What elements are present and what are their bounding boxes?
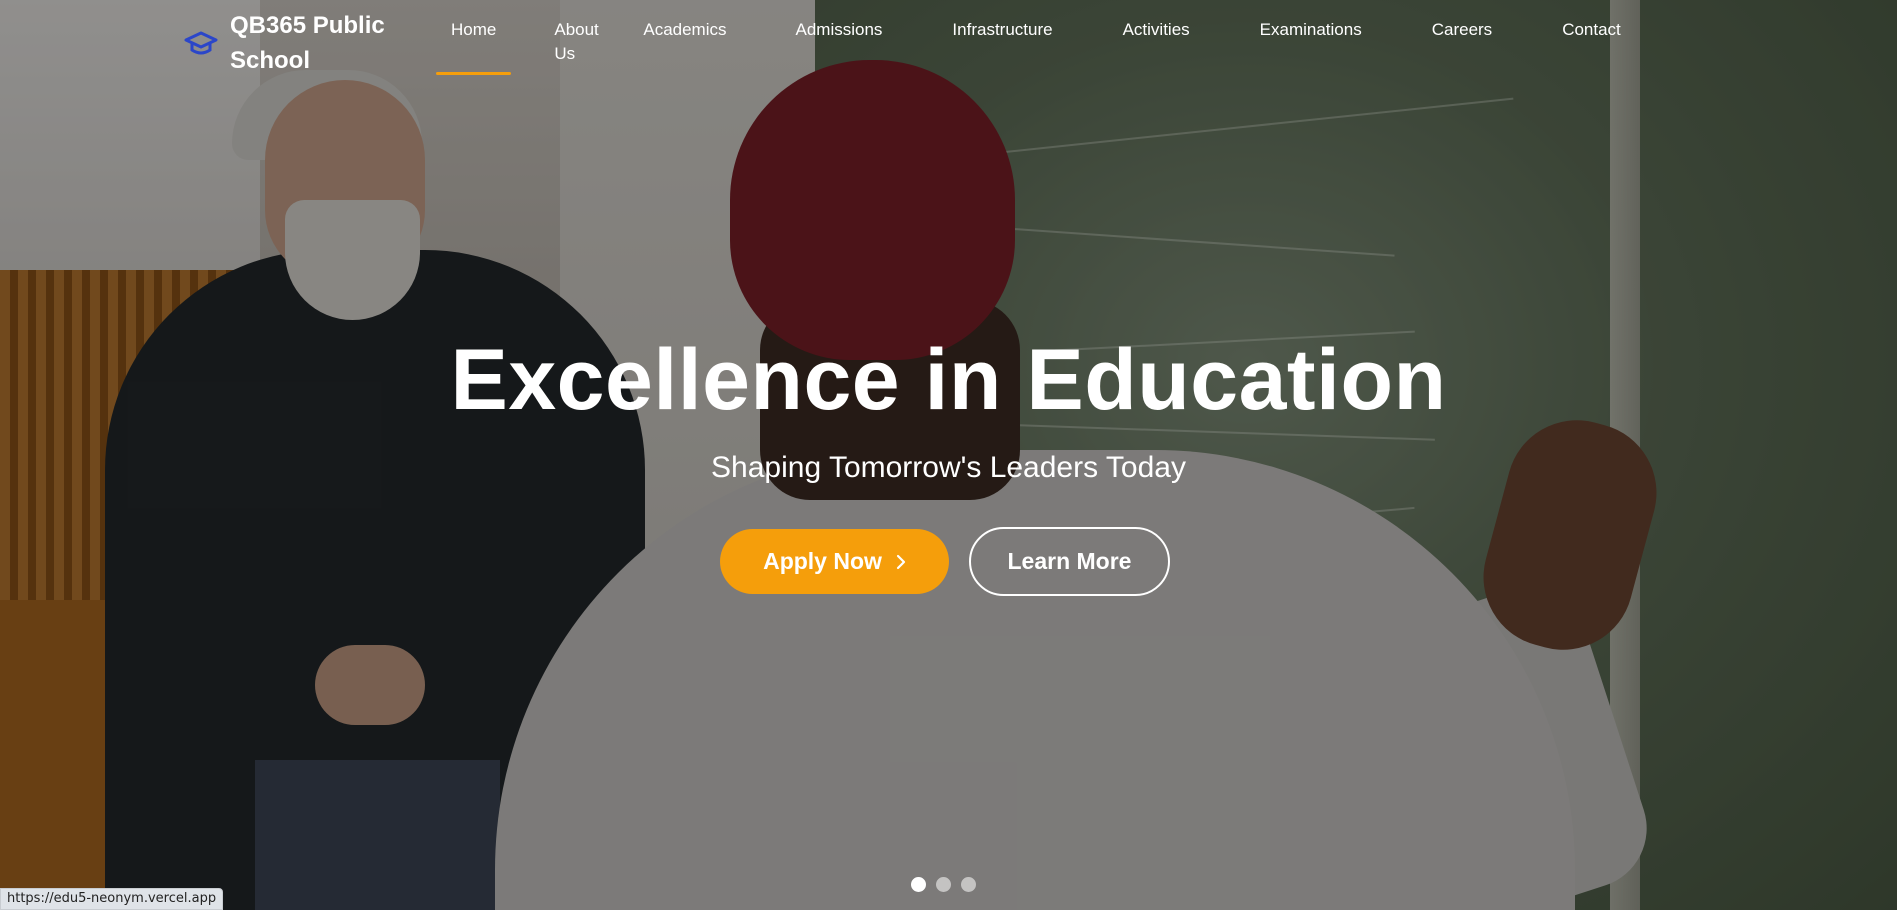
carousel-indicators xyxy=(911,877,986,892)
carousel-dot-2[interactable] xyxy=(936,877,951,892)
nav-item-home[interactable]: Home xyxy=(435,18,512,75)
graduation-cap-icon xyxy=(184,31,218,55)
brand-logo-link[interactable]: QB365 Public School xyxy=(184,8,400,78)
status-bar-url: https://edu5-neonym.vercel.app xyxy=(0,888,224,910)
main-nav: Home About Us Academics Admissions Infra… xyxy=(435,18,1621,75)
nav-item-academics[interactable]: Academics xyxy=(643,18,726,66)
nav-item-admissions[interactable]: Admissions xyxy=(796,18,883,66)
nav-item-examinations[interactable]: Examinations xyxy=(1260,18,1362,66)
apply-now-label: Apply Now xyxy=(763,548,882,574)
nav-item-contact[interactable]: Contact xyxy=(1562,18,1621,66)
nav-item-about-us[interactable]: About Us xyxy=(554,18,606,66)
chevron-right-icon xyxy=(896,554,906,569)
top-navbar: QB365 Public School Home About Us Academ… xyxy=(0,0,1897,90)
learn-more-label: Learn More xyxy=(1007,548,1132,574)
nav-item-activities[interactable]: Activities xyxy=(1123,18,1190,66)
learn-more-button[interactable]: Learn More xyxy=(969,527,1170,596)
nav-item-careers[interactable]: Careers xyxy=(1432,18,1492,66)
brand-name: QB365 Public School xyxy=(230,12,385,74)
hero-subtitle: Shaping Tomorrow's Leaders Today xyxy=(711,451,1186,484)
apply-now-button[interactable]: Apply Now xyxy=(720,529,949,594)
carousel-dot-3[interactable] xyxy=(961,877,976,892)
nav-item-infrastructure[interactable]: Infrastructure xyxy=(952,18,1052,66)
hero-title: Excellence in Education xyxy=(450,332,1447,428)
carousel-dot-1[interactable] xyxy=(911,877,926,892)
